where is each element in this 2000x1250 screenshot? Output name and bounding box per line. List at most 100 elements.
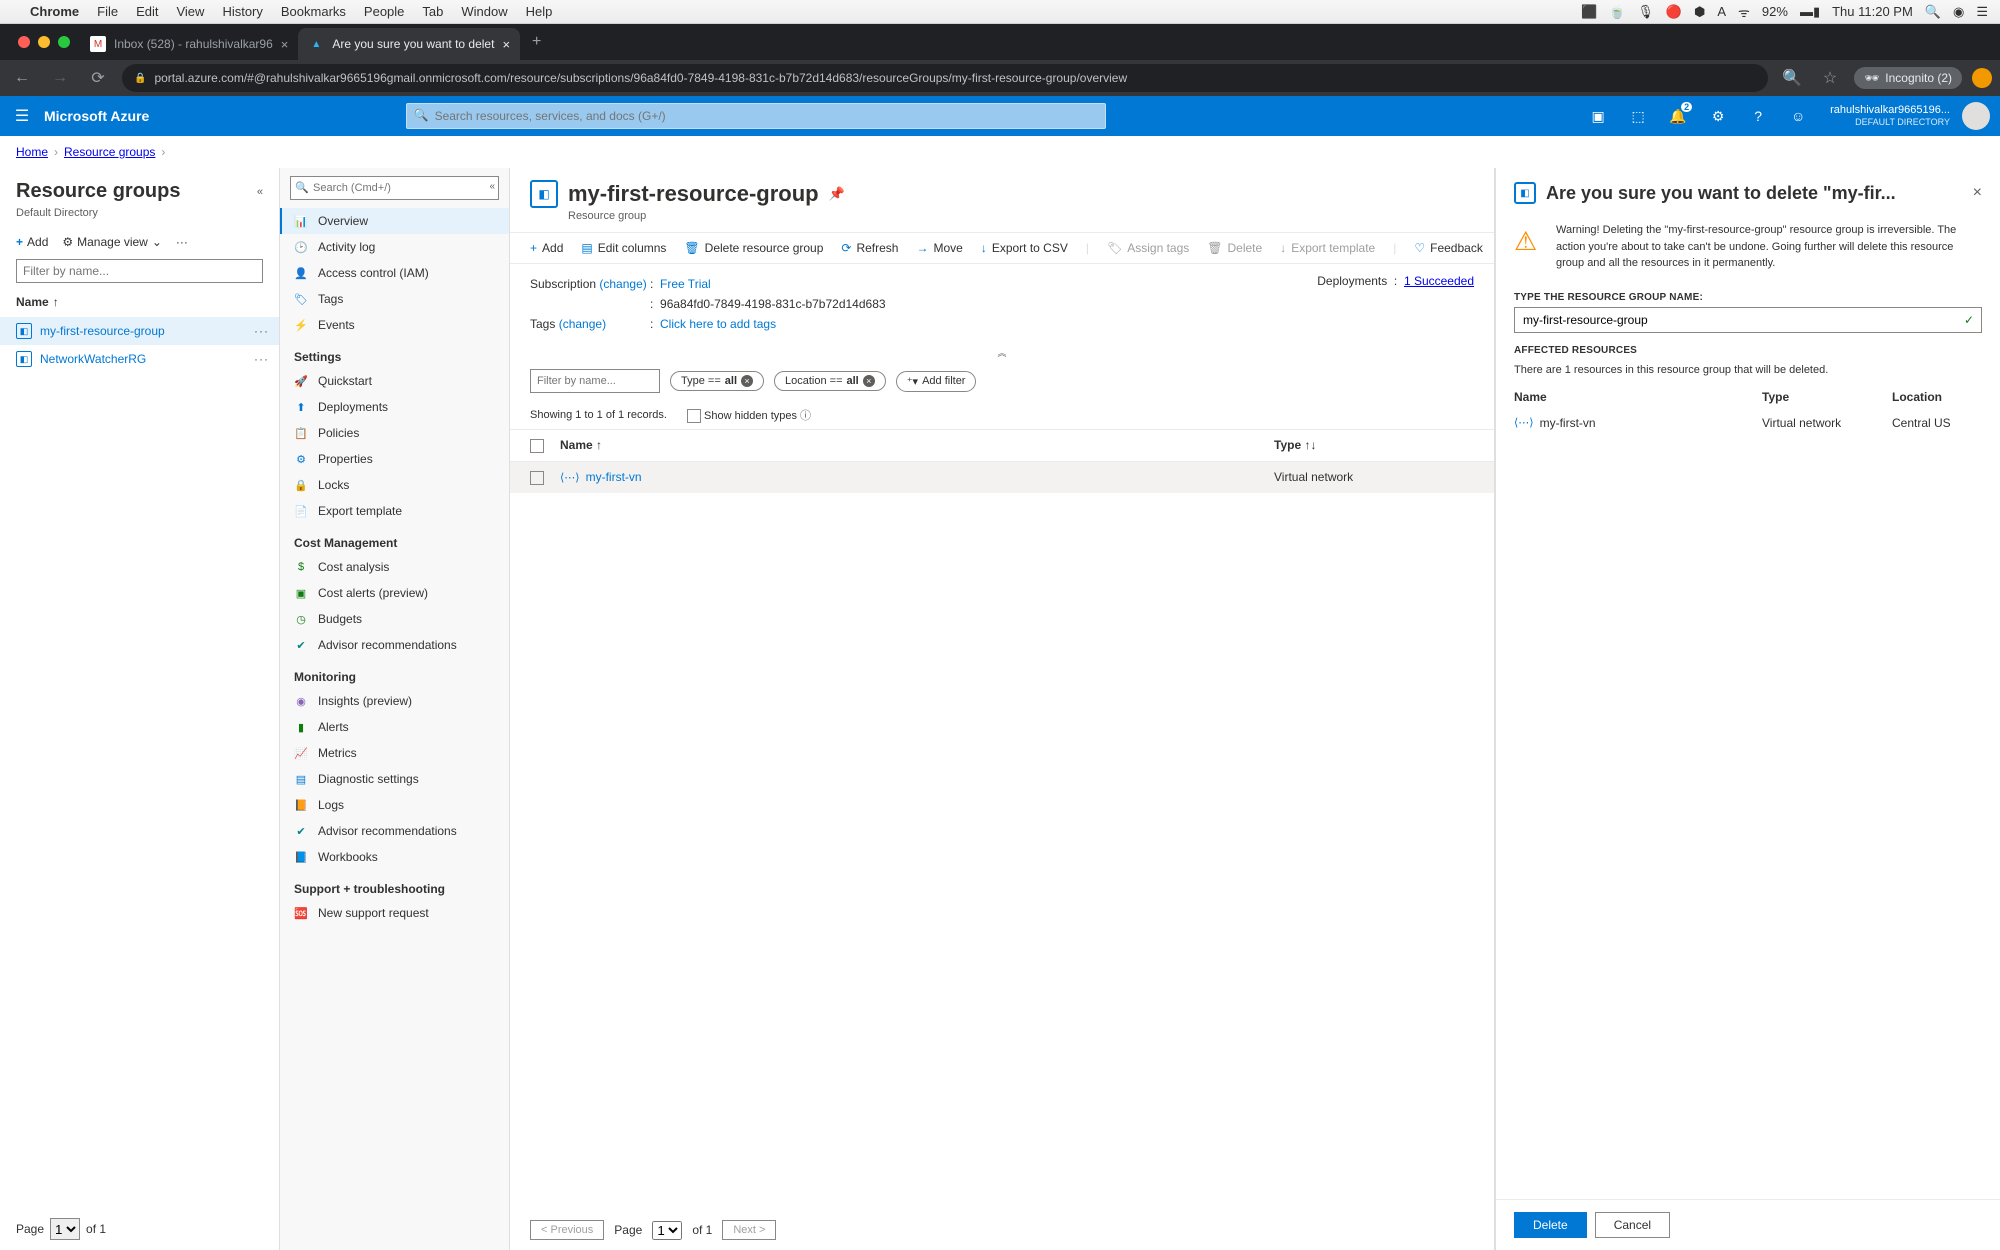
nav-item-workbooks[interactable]: 📘Workbooks <box>280 844 509 870</box>
maximize-window-icon[interactable] <box>58 36 70 48</box>
close-window-icon[interactable] <box>18 36 30 48</box>
feedback-icon[interactable]: ☺ <box>1778 96 1818 136</box>
collapse-nav-icon[interactable]: « <box>489 181 495 192</box>
notifications-icon[interactable]: 🔔2 <box>1658 96 1698 136</box>
resource-filter-input[interactable] <box>530 369 660 393</box>
window-controls[interactable] <box>8 36 80 48</box>
account-menu[interactable]: rahulshivalkar9665196... DEFAULT DIRECTO… <box>1818 104 1962 128</box>
forward-button[interactable]: → <box>46 69 74 87</box>
menu-window[interactable]: Window <box>461 4 507 19</box>
bookmark-icon[interactable]: ☆ <box>1816 68 1844 88</box>
nav-item-locks[interactable]: 🔒Locks <box>280 472 509 498</box>
col-name[interactable]: Name <box>560 438 593 452</box>
minimize-window-icon[interactable] <box>38 36 50 48</box>
incognito-badge[interactable]: 🕶 Incognito (2) <box>1854 67 1962 89</box>
cmd-feedback[interactable]: ♡Feedback <box>1414 241 1482 255</box>
status-icon[interactable]: 🍵 <box>1609 4 1625 20</box>
menu-view[interactable]: View <box>176 4 204 19</box>
select-all-checkbox[interactable] <box>530 439 544 453</box>
nav-item-overview[interactable]: 📊Overview <box>280 208 509 234</box>
menu-tab[interactable]: Tab <box>422 4 443 19</box>
address-bar[interactable]: 🔒 portal.azure.com/#@rahulshivalkar96651… <box>122 64 1768 92</box>
add-filter-button[interactable]: ⁺▾Add filter <box>896 371 977 392</box>
status-icon[interactable]: 🎙 <box>1637 4 1654 20</box>
cmd-move[interactable]: →Move <box>916 241 962 255</box>
menu-bookmarks[interactable]: Bookmarks <box>281 4 346 19</box>
nav-item-access-control-iam-[interactable]: 👤Access control (IAM) <box>280 260 509 286</box>
menu-help[interactable]: Help <box>526 4 553 19</box>
cmd-edit-columns[interactable]: ▤Edit columns <box>581 241 666 255</box>
cmd-add[interactable]: +Add <box>530 241 563 255</box>
rg-item-my-first[interactable]: ◧ my-first-resource-group ··· <box>0 317 279 345</box>
siri-icon[interactable]: ◉ <box>1953 4 1964 20</box>
confirm-name-input[interactable] <box>1514 307 1982 333</box>
more-icon[interactable]: ··· <box>254 352 269 366</box>
rg-item-network-watcher[interactable]: ◧ NetworkWatcherRG ··· <box>0 345 279 373</box>
next-button[interactable]: Next > <box>722 1220 776 1240</box>
nav-item-quickstart[interactable]: 🚀Quickstart <box>280 368 509 394</box>
menu-file[interactable]: File <box>97 4 118 19</box>
row-checkbox[interactable] <box>530 471 544 485</box>
status-icon[interactable]: A <box>1717 4 1726 19</box>
reload-button[interactable]: ⟳ <box>84 68 112 88</box>
filter-input[interactable] <box>16 259 263 283</box>
nav-item-export-template[interactable]: 📄Export template <box>280 498 509 524</box>
nav-item-policies[interactable]: 📋Policies <box>280 420 509 446</box>
nav-item-cost-analysis[interactable]: $Cost analysis <box>280 554 509 580</box>
extension-icon[interactable] <box>1972 68 1992 88</box>
global-search-input[interactable] <box>406 103 1106 129</box>
nav-item-advisor-recommendations[interactable]: ✔Advisor recommendations <box>280 632 509 658</box>
prev-button[interactable]: < Previous <box>530 1220 604 1240</box>
breadcrumb-rg[interactable]: Resource groups <box>64 145 155 159</box>
nav-search-input[interactable] <box>290 176 499 200</box>
nav-item-insights-preview-[interactable]: ◉Insights (preview) <box>280 688 509 714</box>
tab-inbox[interactable]: M Inbox (528) - rahulshivalkar96 × <box>80 28 298 60</box>
remove-filter-icon[interactable]: × <box>741 375 753 387</box>
nav-item-deployments[interactable]: ⬆Deployments <box>280 394 509 420</box>
add-tags-link[interactable]: Click here to add tags <box>660 317 776 331</box>
resource-row[interactable]: ⟨⋯⟩my-first-vn Virtual network <box>510 462 1494 493</box>
spotlight-icon[interactable]: 🔍 <box>1925 4 1941 20</box>
col-name[interactable]: Name <box>16 295 49 309</box>
nav-item-new-support-request[interactable]: 🆘New support request <box>280 900 509 926</box>
change-subscription-link[interactable]: (change) <box>599 277 646 291</box>
nav-item-diagnostic-settings[interactable]: ▤Diagnostic settings <box>280 766 509 792</box>
cmd-delete-rg[interactable]: 🗑Delete resource group <box>684 241 823 255</box>
control-center-icon[interactable]: ☰ <box>1976 4 1988 20</box>
status-icon[interactable]: ⬛ <box>1581 4 1597 20</box>
nav-item-metrics[interactable]: 📈Metrics <box>280 740 509 766</box>
zoom-icon[interactable]: 🔍 <box>1778 68 1806 88</box>
more-button[interactable]: ··· <box>176 235 188 249</box>
clock[interactable]: Thu 11:20 PM <box>1832 4 1913 19</box>
nav-item-alerts[interactable]: ▮Alerts <box>280 714 509 740</box>
directories-icon[interactable]: ⬚ <box>1618 96 1658 136</box>
back-button[interactable]: ← <box>8 69 36 87</box>
avatar[interactable] <box>1962 102 1990 130</box>
close-blade-icon[interactable]: × <box>1973 184 1982 202</box>
more-icon[interactable]: ··· <box>254 324 269 338</box>
menu-edit[interactable]: Edit <box>136 4 158 19</box>
cmd-export-csv[interactable]: ↓Export to CSV <box>981 241 1068 255</box>
menu-history[interactable]: History <box>222 4 262 19</box>
filter-pill-location[interactable]: Location == all× <box>774 371 886 391</box>
nav-item-tags[interactable]: 🏷Tags <box>280 286 509 312</box>
add-button[interactable]: +Add <box>16 235 48 249</box>
cancel-button[interactable]: Cancel <box>1595 1212 1670 1238</box>
remove-filter-icon[interactable]: × <box>863 375 875 387</box>
show-hidden-checkbox[interactable] <box>687 409 701 423</box>
change-tags-link[interactable]: (change) <box>559 317 606 331</box>
nav-item-advisor-recommendations[interactable]: ✔Advisor recommendations <box>280 818 509 844</box>
nav-item-budgets[interactable]: ◷Budgets <box>280 606 509 632</box>
status-icon[interactable]: ⬢ <box>1694 4 1705 20</box>
status-icon[interactable]: 🔴 <box>1666 4 1682 20</box>
page-select[interactable]: 1 <box>50 1218 80 1240</box>
nav-item-cost-alerts-preview-[interactable]: ▣Cost alerts (preview) <box>280 580 509 606</box>
close-tab-icon[interactable]: × <box>502 37 510 52</box>
rg-link[interactable]: my-first-resource-group <box>40 324 165 338</box>
cloud-shell-icon[interactable]: ▣ <box>1578 96 1618 136</box>
subscription-link[interactable]: Free Trial <box>660 277 711 291</box>
tab-azure[interactable]: ▲ Are you sure you want to delet × <box>298 28 520 60</box>
deployments-link[interactable]: 1 Succeeded <box>1404 274 1474 288</box>
new-tab-button[interactable]: + <box>520 33 553 51</box>
page-select[interactable]: 1 <box>652 1221 682 1240</box>
